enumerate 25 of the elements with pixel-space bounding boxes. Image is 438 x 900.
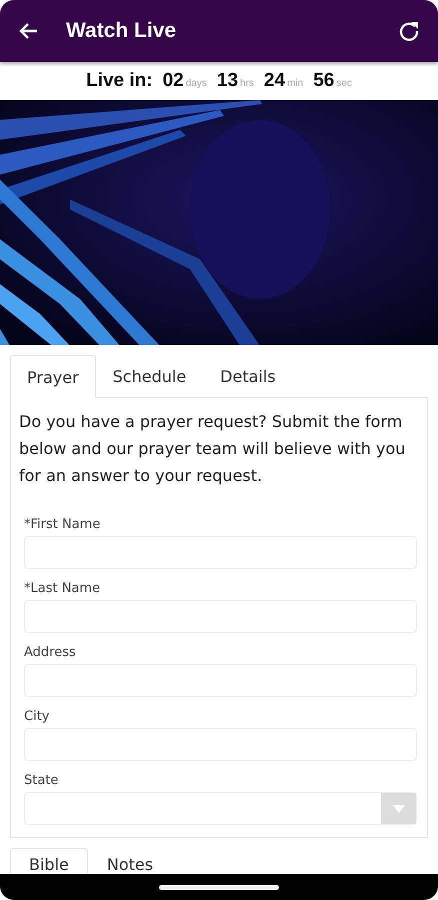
intro-text: Do you have a prayer request? Submit the form below and our prayer team will believe with you for an answer to your request. <box>19 411 406 488</box>
countdown-unit: days <box>186 78 207 89</box>
countdown-unit: min <box>287 78 304 89</box>
tab[interactable]: Prayer <box>10 355 96 398</box>
back-arrow-icon[interactable] <box>18 22 38 40</box>
field-label: Address <box>24 645 77 660</box>
field-label: *Last Name <box>24 581 102 596</box>
home-indicator[interactable] <box>159 884 279 890</box>
field-label: City <box>24 709 50 724</box>
dropdown-field[interactable] <box>24 792 417 826</box>
refresh-icon[interactable] <box>398 20 420 42</box>
tab[interactable]: Details <box>203 355 293 398</box>
countdown-unit: hrs <box>240 78 254 89</box>
countdown-value: 13 <box>216 70 238 92</box>
tab[interactable]: Notes <box>88 848 172 874</box>
screen-title: Watch Live <box>66 18 178 43</box>
field-label: State <box>24 773 60 788</box>
countdown-value: 24 <box>264 70 286 92</box>
tab[interactable]: Schedule <box>96 355 204 398</box>
countdown-value: 56 <box>313 70 334 92</box>
countdown-label: Live in: <box>86 70 153 92</box>
field-label: *First Name <box>24 517 102 532</box>
countdown-unit: sec <box>336 78 352 89</box>
countdown-value: 02 <box>162 70 184 92</box>
dropdown-caret-icon <box>392 804 404 813</box>
